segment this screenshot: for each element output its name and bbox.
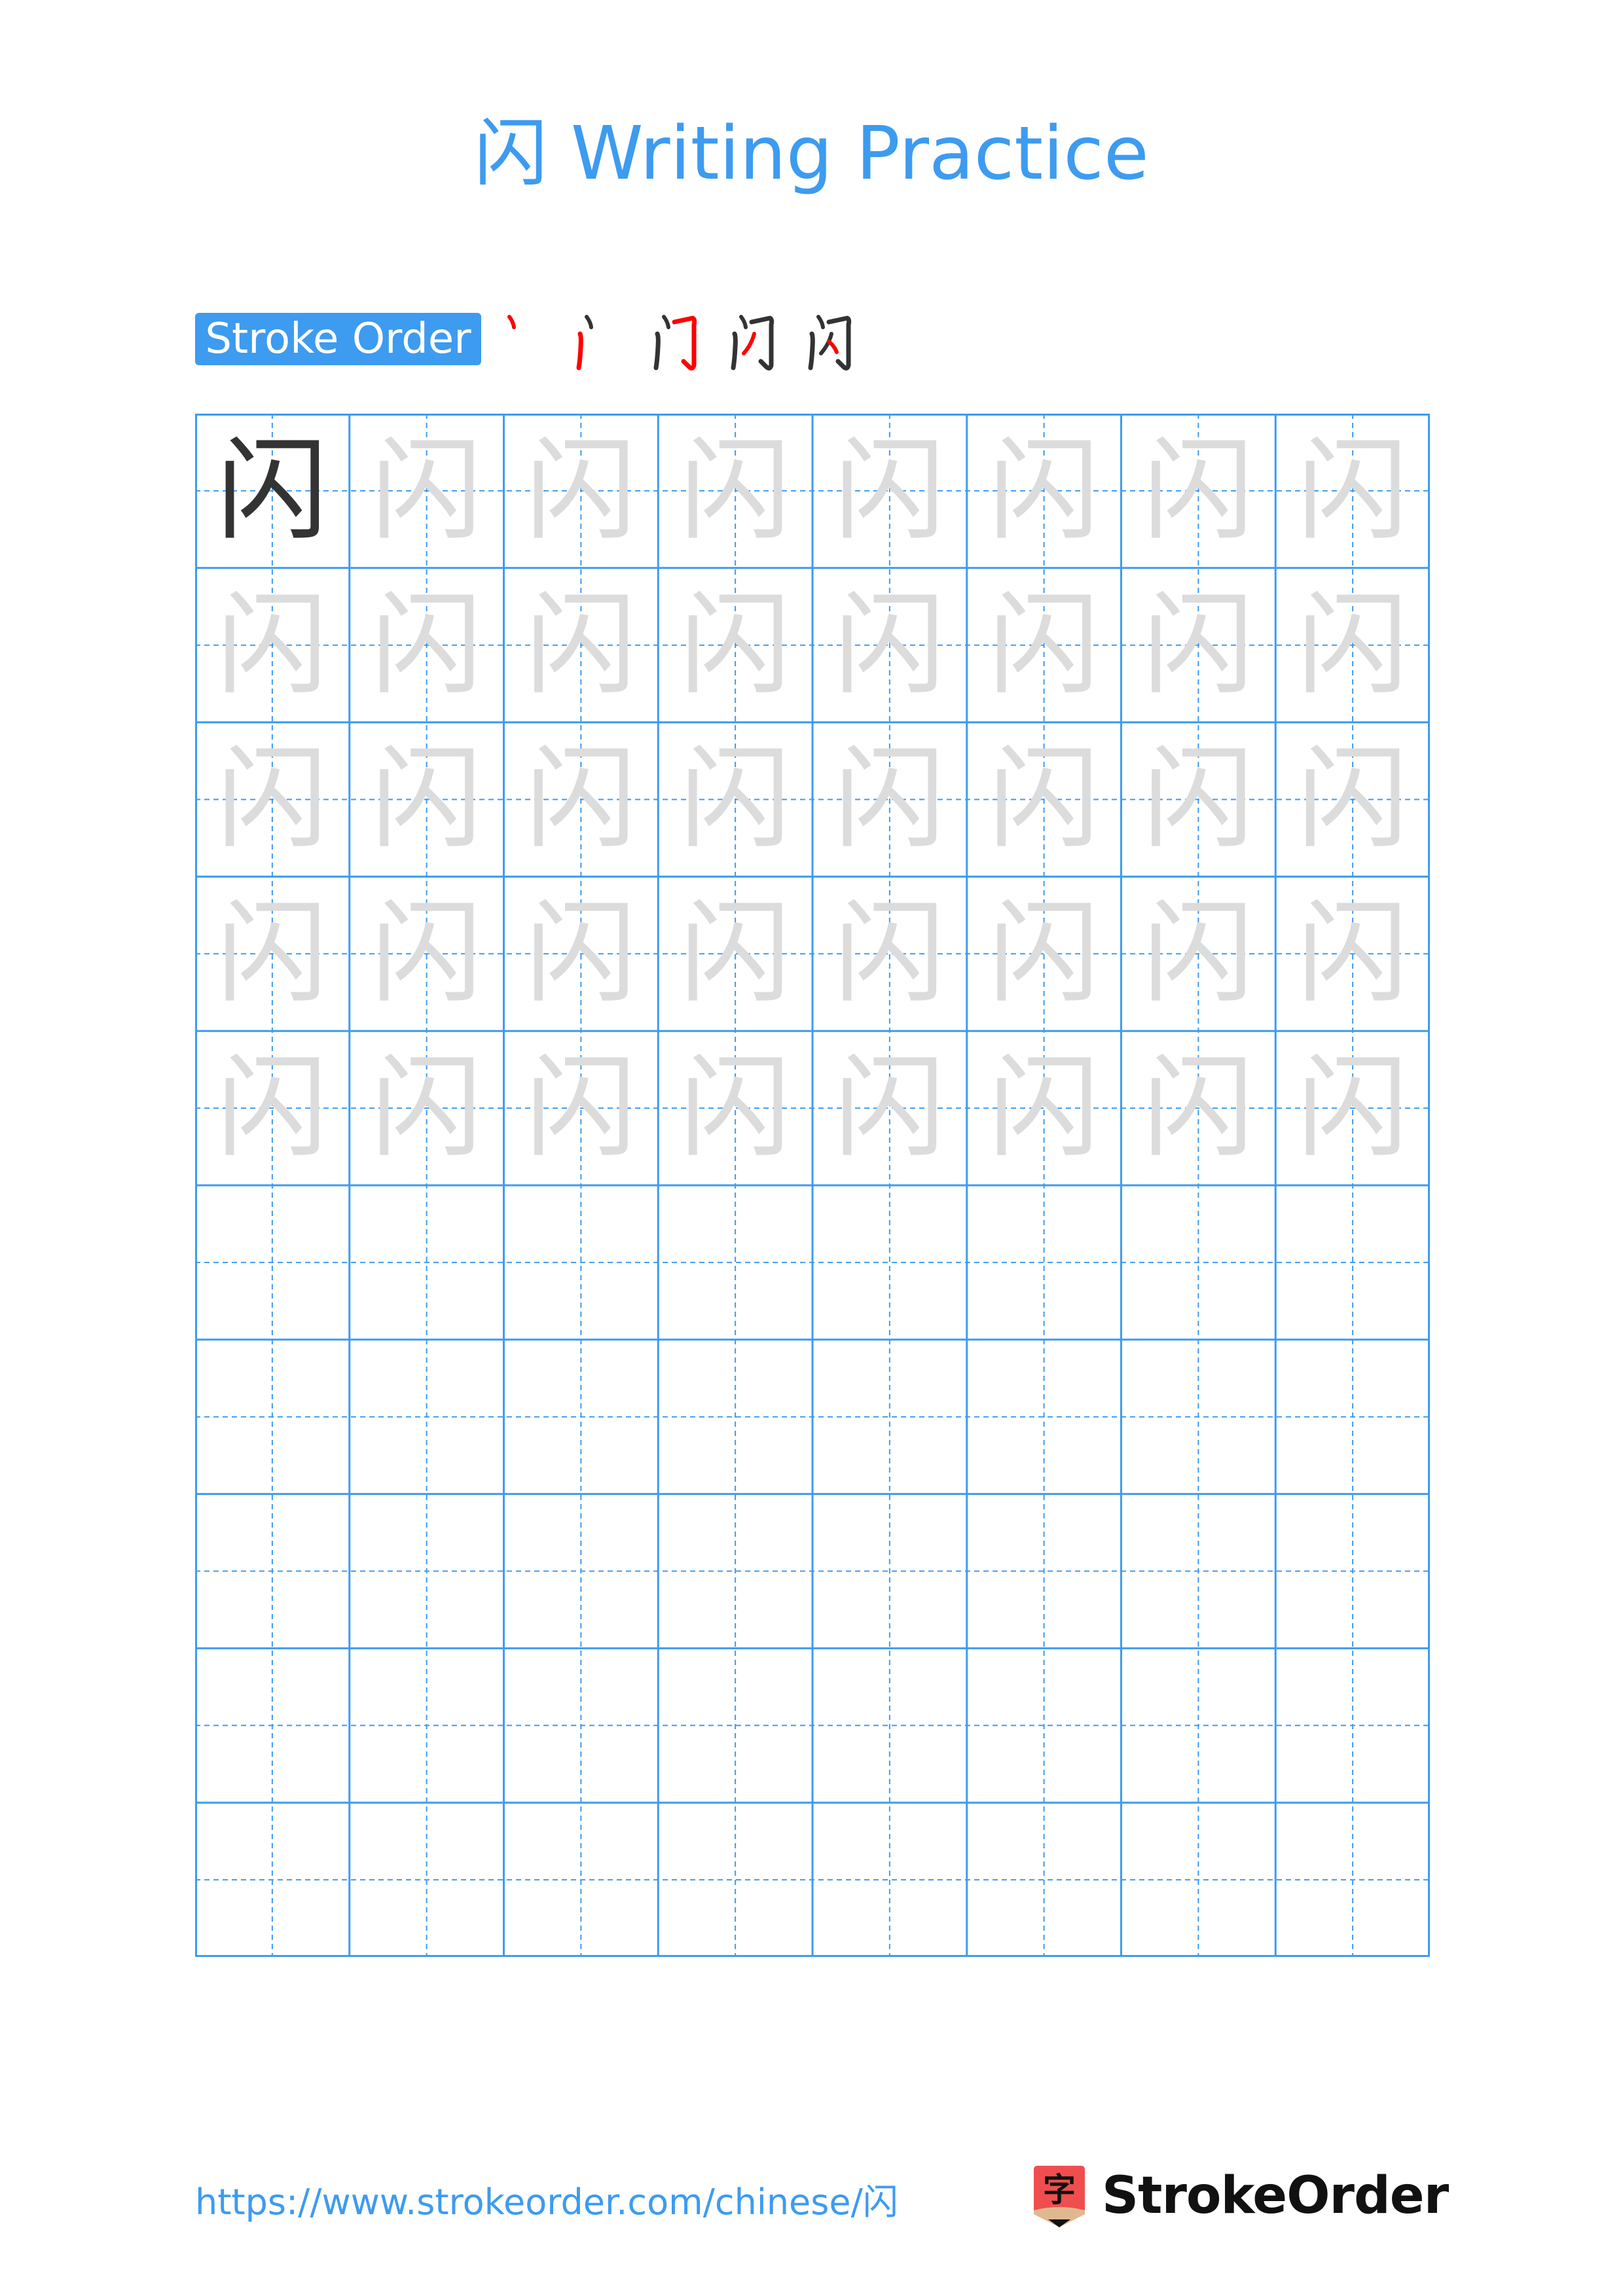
trace-character: 闪: [988, 889, 1100, 1019]
brand-logo-group: 字 StrokeOrder: [1030, 2160, 1449, 2232]
trace-character: 闪: [216, 1043, 328, 1174]
empty-practice-cell[interactable]: [967, 1185, 1122, 1340]
empty-practice-cell[interactable]: [350, 1494, 504, 1649]
trace-character: 闪: [216, 889, 328, 1019]
trace-character: 闪: [680, 425, 792, 556]
practice-grid: 闪闪闪闪闪闪闪闪闪闪闪闪闪闪闪闪闪闪闪闪闪闪闪闪闪闪闪闪闪闪闪闪闪闪闪闪闪闪闪闪: [195, 414, 1430, 1957]
empty-practice-cell[interactable]: [195, 1340, 350, 1494]
empty-practice-cell[interactable]: [812, 1494, 967, 1649]
empty-practice-cell[interactable]: [1122, 1648, 1276, 1803]
empty-practice-cell[interactable]: [504, 1340, 659, 1494]
trace-character: 闪: [1297, 425, 1409, 556]
stroke-step-4: [729, 308, 807, 373]
empty-practice-cell[interactable]: [350, 1340, 504, 1494]
empty-practice-cell[interactable]: [504, 1803, 659, 1957]
empty-practice-cell[interactable]: [658, 1340, 812, 1494]
empty-practice-cell[interactable]: [658, 1648, 812, 1803]
trace-character: 闪: [833, 580, 945, 710]
stroke-step-1: [498, 308, 575, 373]
stroke-step-2: [575, 308, 652, 373]
trace-character: 闪: [833, 425, 945, 556]
trace-character: 闪: [525, 1043, 637, 1174]
trace-character: 闪: [371, 580, 483, 710]
empty-practice-cell[interactable]: [195, 1185, 350, 1340]
trace-character: 闪: [1142, 425, 1254, 556]
empty-practice-cell[interactable]: [195, 1648, 350, 1803]
stroke-order-sequence: [498, 308, 884, 373]
empty-practice-cell[interactable]: [504, 1648, 659, 1803]
trace-character: 闪: [371, 889, 483, 1019]
trace-character: 闪: [216, 580, 328, 710]
empty-practice-cell[interactable]: [1275, 1340, 1430, 1494]
brand-name: StrokeOrder: [1102, 2166, 1449, 2225]
empty-practice-cell[interactable]: [812, 1648, 967, 1803]
empty-practice-cell[interactable]: [195, 1803, 350, 1957]
empty-practice-cell[interactable]: [1275, 1803, 1430, 1957]
trace-character: 闪: [833, 1043, 945, 1174]
empty-practice-cell[interactable]: [658, 1185, 812, 1340]
trace-character: 闪: [988, 734, 1100, 865]
footer-url-link[interactable]: https://www.strokeorder.com/chinese/闪: [195, 2179, 898, 2225]
model-character: 闪: [216, 425, 328, 556]
trace-character: 闪: [1297, 580, 1409, 710]
stroke-step-3: [652, 308, 729, 373]
trace-character: 闪: [525, 734, 637, 865]
empty-practice-cell[interactable]: [1122, 1185, 1276, 1340]
empty-practice-cell[interactable]: [967, 1648, 1122, 1803]
empty-practice-cell[interactable]: [967, 1340, 1122, 1494]
trace-character: 闪: [1297, 889, 1409, 1019]
trace-character: 闪: [371, 1043, 483, 1174]
stroke-order-label: Stroke Order: [195, 313, 481, 365]
empty-practice-cell[interactable]: [967, 1494, 1122, 1649]
empty-practice-cell[interactable]: [350, 1803, 504, 1957]
empty-practice-cell[interactable]: [1122, 1340, 1276, 1494]
trace-character: 闪: [525, 425, 637, 556]
empty-practice-cell[interactable]: [658, 1494, 812, 1649]
empty-practice-cell[interactable]: [812, 1803, 967, 1957]
empty-practice-cell[interactable]: [1122, 1803, 1276, 1957]
empty-practice-cell[interactable]: [195, 1494, 350, 1649]
empty-practice-cell[interactable]: [812, 1185, 967, 1340]
logo-glyph: 字: [1043, 2171, 1076, 2209]
trace-character: 闪: [988, 1043, 1100, 1174]
empty-practice-cell[interactable]: [504, 1185, 659, 1340]
trace-character: 闪: [988, 580, 1100, 710]
trace-character: 闪: [680, 734, 792, 865]
empty-practice-cell[interactable]: [1275, 1494, 1430, 1649]
empty-practice-cell[interactable]: [350, 1185, 504, 1340]
empty-practice-cell[interactable]: [1275, 1185, 1430, 1340]
empty-practice-cell[interactable]: [504, 1494, 659, 1649]
empty-practice-cell[interactable]: [658, 1803, 812, 1957]
trace-character: 闪: [988, 425, 1100, 556]
trace-character: 闪: [833, 734, 945, 865]
trace-character: 闪: [1297, 1043, 1409, 1174]
empty-practice-cell[interactable]: [1122, 1494, 1276, 1649]
strokeorder-logo-icon: 字: [1030, 2163, 1089, 2229]
trace-character: 闪: [1142, 580, 1254, 710]
trace-character: 闪: [1142, 889, 1254, 1019]
trace-character: 闪: [525, 580, 637, 710]
empty-practice-cell[interactable]: [812, 1340, 967, 1494]
trace-character: 闪: [216, 734, 328, 865]
empty-practice-cell[interactable]: [1275, 1648, 1430, 1803]
page-title: 闪 Writing Practice: [474, 111, 1149, 196]
trace-character: 闪: [1142, 734, 1254, 865]
empty-practice-cell[interactable]: [350, 1648, 504, 1803]
trace-character: 闪: [680, 580, 792, 710]
trace-character: 闪: [680, 889, 792, 1019]
trace-character: 闪: [680, 1043, 792, 1174]
trace-character: 闪: [371, 425, 483, 556]
trace-character: 闪: [1297, 734, 1409, 865]
trace-character: 闪: [371, 734, 483, 865]
trace-character: 闪: [833, 889, 945, 1019]
trace-character: 闪: [525, 889, 637, 1019]
empty-practice-cell[interactable]: [967, 1803, 1122, 1957]
stroke-step-5: [807, 308, 884, 373]
trace-character: 闪: [1142, 1043, 1254, 1174]
